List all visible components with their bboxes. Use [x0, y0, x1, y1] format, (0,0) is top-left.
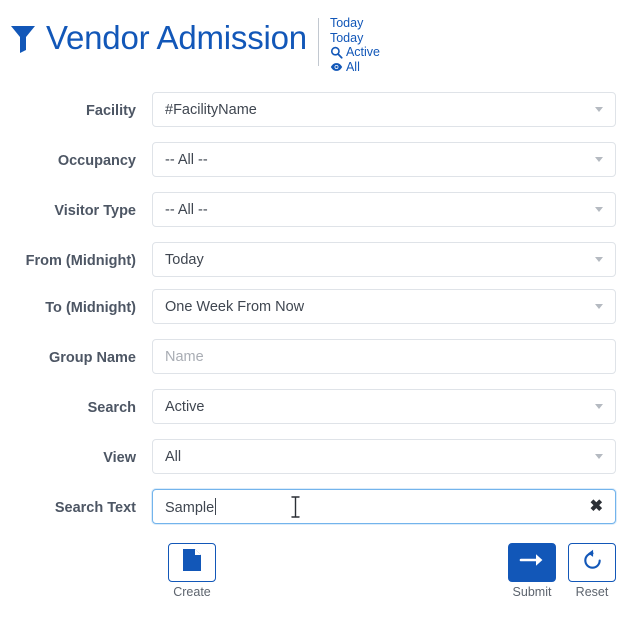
reset-button-box: [568, 543, 616, 582]
create-button[interactable]: Create: [168, 543, 216, 600]
page-header: Vendor Admission Today Today Active: [0, 0, 642, 78]
create-button-label: Create: [168, 585, 216, 600]
label-from-midnight: From (Midnight): [0, 242, 152, 271]
form-row-visitor-type: Visitor Type -- All --: [0, 192, 616, 227]
form-row-to-midnight: To (Midnight) One Week From Now: [0, 289, 616, 324]
filter-summary-from-text: Today: [330, 16, 363, 31]
control-to-midnight: One Week From Now: [152, 289, 616, 324]
form-row-search: Search Active: [0, 389, 616, 424]
control-visitor-type: -- All --: [152, 192, 616, 227]
page-title: Vendor Admission: [46, 17, 307, 59]
refresh-reset-icon: [581, 549, 604, 577]
form-row-group-name: Group Name Name: [0, 339, 616, 374]
filter-summary-item-to: Today: [330, 31, 380, 46]
facility-select[interactable]: #FacilityName: [152, 92, 616, 127]
search-select[interactable]: Active: [152, 389, 616, 424]
label-view: View: [0, 439, 152, 468]
submit-button-box: [508, 543, 556, 582]
visitor-type-select-value: -- All --: [165, 202, 587, 218]
control-occupancy: -- All --: [152, 142, 616, 177]
header-divider: [318, 18, 319, 66]
occupancy-select-value: -- All --: [165, 152, 587, 168]
control-from-midnight: Today: [152, 242, 616, 277]
label-group-name: Group Name: [0, 339, 152, 368]
from-midnight-select[interactable]: Today: [152, 242, 616, 277]
form-row-occupancy: Occupancy -- All --: [0, 142, 616, 177]
filter-summary-search-text: Active: [346, 45, 380, 60]
label-occupancy: Occupancy: [0, 142, 152, 171]
control-search-text: Sample ✖: [152, 489, 616, 524]
from-midnight-select-value: Today: [165, 252, 587, 268]
funnel-filter-icon: [10, 24, 36, 54]
view-select-value: All: [165, 449, 587, 465]
visitor-type-select[interactable]: -- All --: [152, 192, 616, 227]
search-text-input[interactable]: Sample ✖: [152, 489, 616, 524]
chevron-down-icon: [595, 207, 603, 212]
search-select-value: Active: [165, 399, 587, 415]
create-button-box: [168, 543, 216, 582]
form-row-facility: Facility #FacilityName: [0, 92, 616, 127]
group-name-placeholder: Name: [165, 349, 603, 365]
label-to-midnight: To (Midnight): [0, 289, 152, 318]
label-visitor-type: Visitor Type: [0, 192, 152, 221]
form-action-bar: Create Submit: [0, 539, 642, 600]
search-text-input-wrap: Sample: [165, 498, 582, 516]
facility-select-value: #FacilityName: [165, 102, 587, 118]
filter-summary-item-view: All: [330, 60, 380, 75]
reset-button-label: Reset: [568, 585, 616, 600]
control-view: All: [152, 439, 616, 474]
clear-x-icon[interactable]: ✖: [590, 499, 603, 515]
filter-summary: Today Today Active All: [330, 16, 380, 74]
control-search: Active: [152, 389, 616, 424]
label-search-text: Search Text: [0, 489, 152, 518]
submit-button[interactable]: Submit: [508, 543, 556, 600]
occupancy-select[interactable]: -- All --: [152, 142, 616, 177]
filter-summary-item-from: Today: [330, 16, 380, 31]
group-name-input[interactable]: Name: [152, 339, 616, 374]
to-midnight-select[interactable]: One Week From Now: [152, 289, 616, 324]
control-facility: #FacilityName: [152, 92, 616, 127]
filter-summary-view-text: All: [346, 60, 360, 75]
form-row-view: View All: [0, 439, 616, 474]
action-bar-left: Create: [168, 543, 216, 600]
eye-icon: [330, 60, 343, 73]
submit-button-label: Submit: [508, 585, 556, 600]
chevron-down-icon: [595, 404, 603, 409]
search-text-input-value: Sample: [165, 500, 214, 516]
chevron-down-icon: [595, 157, 603, 162]
chevron-down-icon: [595, 107, 603, 112]
text-caret: [215, 498, 216, 515]
label-search: Search: [0, 389, 152, 418]
filter-form: Facility #FacilityName Occupancy -- All …: [0, 78, 642, 524]
control-group-name: Name: [152, 339, 616, 374]
search-icon: [330, 46, 343, 59]
form-row-from-midnight: From (Midnight) Today: [0, 242, 616, 277]
chevron-down-icon: [595, 454, 603, 459]
filter-summary-item-search: Active: [330, 45, 380, 60]
chevron-down-icon: [595, 257, 603, 262]
to-midnight-select-value: One Week From Now: [165, 299, 587, 315]
arrow-right-icon: [519, 552, 545, 573]
filter-summary-to-text: Today: [330, 31, 363, 46]
action-bar-right: Submit Reset: [508, 543, 616, 600]
label-facility: Facility: [0, 92, 152, 121]
form-row-search-text: Search Text Sample ✖: [0, 489, 616, 524]
chevron-down-icon: [595, 304, 603, 309]
document-page-icon: [182, 548, 202, 577]
reset-button[interactable]: Reset: [568, 543, 616, 600]
view-select[interactable]: All: [152, 439, 616, 474]
